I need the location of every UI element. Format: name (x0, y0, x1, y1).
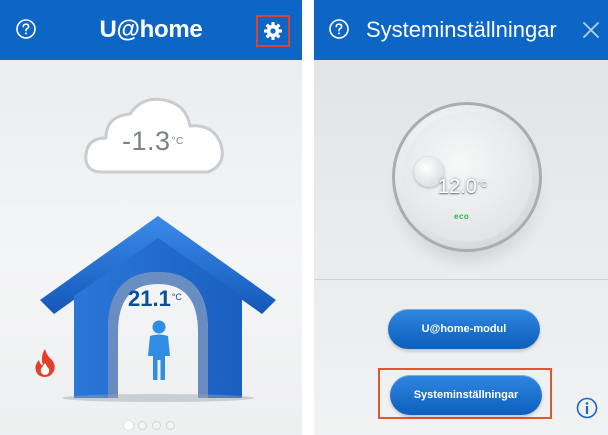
settings-button[interactable] (256, 15, 290, 47)
thermostat-temperature-value: 12.0 (438, 176, 477, 198)
home-screen: U@home -1.3°C 21.1°C (0, 0, 302, 435)
system-settings-button[interactable]: Systeminställningar (390, 375, 542, 415)
gear-icon (264, 22, 282, 40)
page-indicator (124, 421, 175, 430)
close-icon[interactable] (580, 19, 602, 41)
outdoor-temperature-value: -1.3 (122, 126, 171, 156)
indoor-temperature: 21.1°C (128, 286, 182, 312)
info-icon[interactable] (575, 396, 599, 420)
page-dot[interactable] (152, 421, 161, 430)
module-button[interactable]: U@home-modul (388, 309, 540, 349)
help-icon[interactable] (328, 18, 350, 40)
system-settings-screen: Systeminställningar 12.0°C eco U@home-mo… (314, 0, 608, 435)
top-bar: U@home (0, 0, 302, 60)
thermostat-temperature: 12.0°C (438, 176, 487, 199)
screen-title: Systeminställningar (366, 17, 557, 42)
flame-icon (35, 349, 55, 377)
eco-indicator: eco (454, 212, 470, 221)
indoor-temperature-unit: °C (171, 292, 182, 302)
outdoor-temperature-unit: °C (171, 136, 184, 147)
page-dot[interactable] (166, 421, 175, 430)
page-dot[interactable] (138, 421, 147, 430)
page-dot[interactable] (124, 421, 133, 430)
divider (314, 279, 608, 280)
indoor-temperature-value: 21.1 (128, 286, 171, 311)
thermostat-temperature-unit: °C (477, 180, 487, 189)
top-bar: Systeminställningar (314, 0, 608, 60)
outdoor-temperature: -1.3°C (122, 126, 184, 157)
person-icon (148, 320, 170, 380)
